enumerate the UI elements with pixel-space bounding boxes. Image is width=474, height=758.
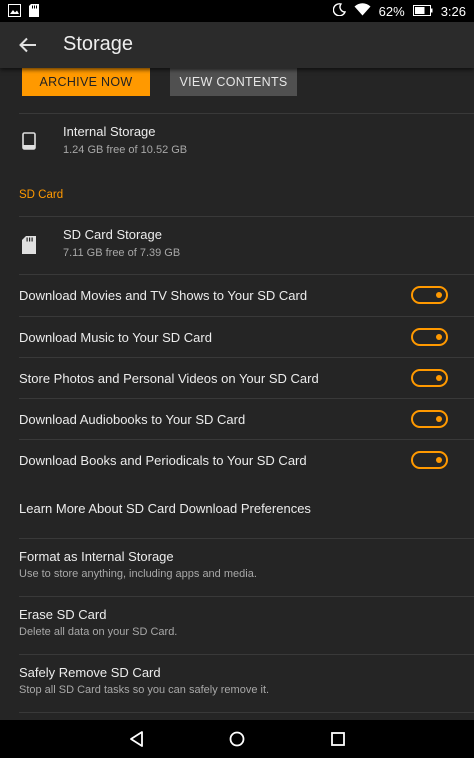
back-triangle-icon[interactable]: [127, 729, 147, 749]
toggle-switch[interactable]: [411, 410, 448, 428]
learn-more-label: Learn More About SD Card Download Prefer…: [19, 501, 311, 516]
sd-card-storage-row[interactable]: SD Card Storage 7.11 GB free of 7.39 GB: [0, 217, 474, 275]
wifi-icon: [354, 3, 371, 19]
toggle-label: Store Photos and Personal Videos on Your…: [19, 371, 319, 386]
archive-now-button[interactable]: ARCHIVE NOW: [22, 68, 150, 96]
option-detail: Use to store anything, including apps an…: [19, 568, 257, 580]
home-circle-icon[interactable]: [227, 729, 247, 749]
toggle-row-books-periodicals[interactable]: Download Books and Periodicals to Your S…: [0, 440, 474, 481]
recents-square-icon[interactable]: [328, 729, 348, 749]
app-bar: Storage: [0, 22, 474, 68]
option-title: Erase SD Card: [19, 607, 107, 622]
option-detail: Stop all SD Card tasks so you can safely…: [19, 684, 270, 696]
learn-more-link[interactable]: Learn More About SD Card Download Prefer…: [0, 486, 474, 536]
divider: [19, 712, 474, 713]
toggle-row-movies-tv[interactable]: Download Movies and TV Shows to Your SD …: [0, 275, 474, 316]
internal-storage-title: Internal Storage: [63, 124, 156, 139]
toggle-row-music[interactable]: Download Music to Your SD Card: [0, 317, 474, 358]
toggle-switch[interactable]: [411, 369, 448, 387]
arrow-left-icon[interactable]: [16, 33, 40, 57]
toggle-label: Download Movies and TV Shows to Your SD …: [19, 288, 308, 303]
action-button-row: ARCHIVE NOW VIEW CONTENTS: [0, 68, 474, 110]
clock-time: 3:26: [440, 3, 466, 19]
image-icon: [8, 4, 21, 22]
toggle-switch[interactable]: [411, 451, 448, 469]
toggle-row-audiobooks[interactable]: Download Audiobooks to Your SD Card: [0, 399, 474, 440]
toggle-switch[interactable]: [411, 328, 448, 346]
battery-icon: [412, 4, 433, 19]
toggle-row-photos-videos[interactable]: Store Photos and Personal Videos on Your…: [0, 358, 474, 399]
status-bar: 62% 3:26: [0, 0, 474, 22]
erase-sd-card-row[interactable]: Erase SD Card Delete all data on your SD…: [0, 597, 474, 654]
view-contents-button[interactable]: VIEW CONTENTS: [170, 68, 297, 96]
sd-card-icon: [22, 236, 36, 254]
internal-storage-detail: 1.24 GB free of 10.52 GB: [63, 144, 188, 156]
system-navigation-bar: [0, 720, 474, 758]
internal-storage-row[interactable]: Internal Storage 1.24 GB free of 10.52 G…: [0, 114, 474, 172]
toggle-label: Download Music to Your SD Card: [19, 330, 212, 345]
battery-percent: 62%: [378, 3, 405, 19]
safely-remove-sd-card-row[interactable]: Safely Remove SD Card Stop all SD Card t…: [0, 655, 474, 712]
format-internal-storage-row[interactable]: Format as Internal Storage Use to store …: [0, 539, 474, 596]
sd-card-storage-detail: 7.11 GB free of 7.39 GB: [63, 247, 181, 259]
option-title: Safely Remove SD Card: [19, 665, 161, 680]
option-detail: Delete all data on your SD Card.: [19, 626, 178, 638]
page-title: Storage: [63, 33, 134, 55]
sd-card-notification-icon: [29, 4, 40, 22]
sd-card-storage-title: SD Card Storage: [63, 227, 162, 242]
sd-card-section-header: SD Card: [19, 189, 64, 201]
settings-list[interactable]: ARCHIVE NOW VIEW CONTENTS Internal Stora…: [0, 68, 474, 720]
option-title: Format as Internal Storage: [19, 549, 174, 564]
toggle-label: Download Books and Periodicals to Your S…: [19, 453, 307, 468]
moon-icon: [332, 3, 346, 19]
phone-icon: [22, 132, 36, 150]
toggle-label: Download Audiobooks to Your SD Card: [19, 412, 246, 427]
toggle-switch[interactable]: [411, 286, 448, 304]
